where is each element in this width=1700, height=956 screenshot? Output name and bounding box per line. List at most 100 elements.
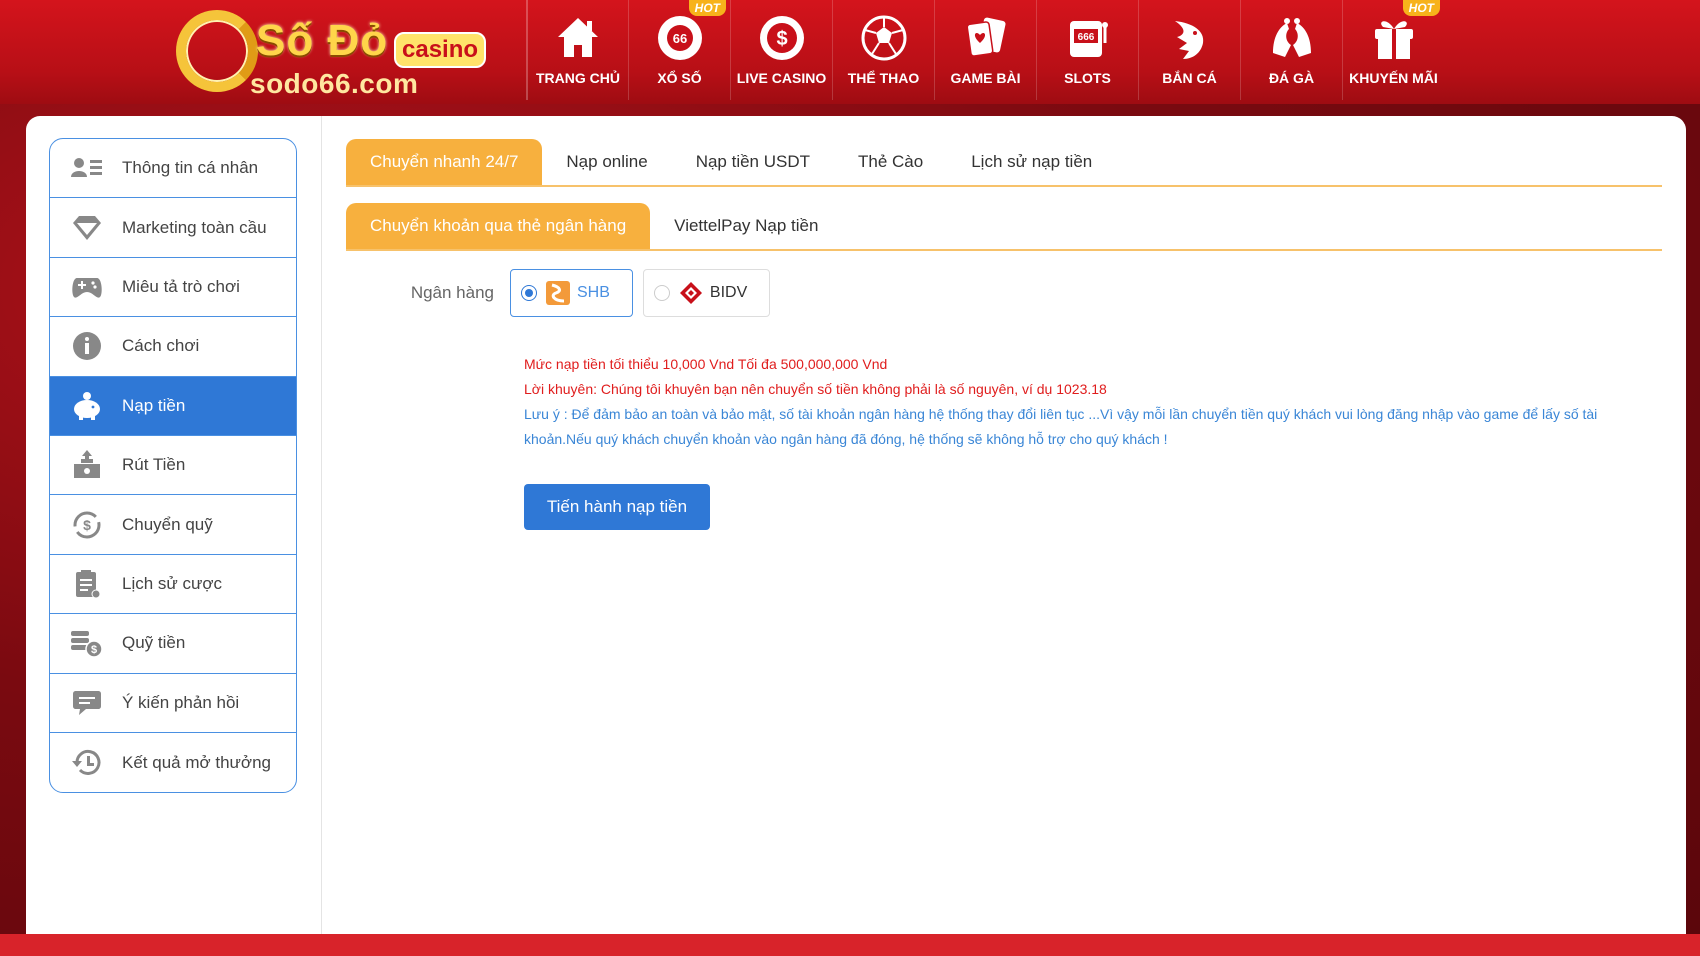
nav-item-card-games[interactable]: GAME BÀI: [934, 0, 1036, 100]
history-clock-icon: [70, 746, 104, 780]
bank-option-name: BIDV: [709, 284, 748, 301]
slot-machine-icon: 666: [1062, 12, 1114, 64]
sidebar-item-label: Lịch sử cược: [122, 573, 223, 593]
sidebar-item-label: Rút Tiền: [122, 455, 186, 475]
bank-selector: Ngân hàng SHB BIDV: [346, 268, 780, 318]
sidebar-item-wallet[interactable]: $ Quỹ tiền: [50, 614, 296, 674]
deposit-warning-note: Lưu ý : Để đảm bảo an toàn và bảo mật, s…: [524, 406, 1598, 447]
sidebar-item-how-to-play[interactable]: Cách chơi: [50, 317, 296, 377]
nav-label: THỂ THAO: [847, 70, 920, 86]
hot-badge: HOT: [1402, 0, 1440, 16]
tab-quick-transfer[interactable]: Chuyển nhanh 24/7: [346, 139, 543, 185]
nav-item-fishing[interactable]: BẮN CÁ: [1138, 0, 1240, 100]
proceed-deposit-button[interactable]: Tiến hành nạp tiền: [524, 484, 710, 530]
coin-stack-icon: $: [70, 626, 104, 660]
footer-bar: [0, 934, 1700, 956]
tab-viettelpay[interactable]: ViettelPay Nạp tiền: [650, 203, 842, 249]
account-panel: Thông tin cá nhân Marketing toàn cầu Miê…: [26, 116, 1686, 934]
nav-label: TRANG CHỦ: [536, 70, 620, 86]
logo-title: Số Đỏ: [256, 16, 389, 65]
sidebar-item-label: Cách chơi: [122, 336, 200, 356]
sidebar-item-label: Thông tin cá nhân: [122, 158, 259, 178]
diamond-icon: [70, 211, 104, 245]
sidebar-item-label: Nạp tiền: [122, 395, 186, 415]
nav-label: LIVE CASINO: [736, 70, 827, 86]
nav-label: ĐÁ GÀ: [1268, 70, 1315, 86]
deposit-notes: Mức nạp tiền tối thiểu 10,000 Vnd Tối đa…: [524, 352, 1654, 452]
nav-label: SLOTS: [1064, 70, 1111, 86]
nav-item-live-casino[interactable]: $ LIVE CASINO: [730, 0, 832, 100]
logo-ring-emblem: [176, 10, 258, 92]
nav-item-lottery[interactable]: HOT 66 XỔ SỐ: [628, 0, 730, 100]
radio-selected[interactable]: [521, 285, 537, 301]
deposit-method-tabs: Chuyển nhanh 24/7 Nạp online Nạp tiền US…: [346, 139, 1662, 187]
sidebar-item-withdraw[interactable]: Rút Tiền: [50, 436, 296, 496]
sidebar-item-label: Marketing toàn cầu: [122, 217, 267, 237]
rooster-icon: [1266, 12, 1318, 64]
radio-unselected[interactable]: [653, 285, 670, 301]
sidebar-item-profile[interactable]: Thông tin cá nhân: [50, 139, 296, 199]
svg-text:$: $: [776, 28, 787, 50]
sidebar-item-game-description[interactable]: Miêu tả trò chơi: [50, 258, 296, 318]
logo-casino-badge: casino: [394, 32, 487, 68]
sidebar-item-bet-history[interactable]: Lịch sử cược: [50, 555, 296, 615]
sidebar-item-deposit[interactable]: Nạp tiền: [50, 376, 296, 436]
main-nav: TRANG CHỦ HOT 66 XỔ SỐ $ LIVE CASINO THỂ…: [526, 0, 1444, 100]
sidebar-divider: [321, 116, 322, 934]
sidebar-item-fund-transfer[interactable]: $ Chuyển quỹ: [50, 495, 296, 555]
bank-label: Ngân hàng: [410, 283, 494, 302]
tab-online-deposit[interactable]: Nạp online: [542, 139, 671, 185]
profile-card-icon: [70, 151, 104, 185]
chat-bubble-icon: [70, 686, 104, 720]
top-header: Số Đỏ casino sodo66.com TRANG CHỦ HOT 66…: [0, 0, 1700, 104]
sidebar-item-label: Ý kiến phản hồi: [122, 692, 240, 712]
nav-label: BẮN CÁ: [1162, 70, 1217, 86]
nav-item-sports[interactable]: THỂ THAO: [832, 0, 934, 100]
hot-badge: HOT: [688, 0, 726, 16]
lottery-ball-text: 66: [672, 31, 686, 46]
transfer-type-tabs: Chuyển khoản qua thẻ ngân hàng ViettelPa…: [346, 203, 1662, 251]
sidebar-item-results[interactable]: Kết quả mở thưởng: [50, 733, 296, 792]
logo-domain: sodo66.com: [250, 68, 419, 99]
deposit-advice-note: Lời khuyên: Chúng tôi khuyên bạn nên chu…: [524, 381, 1107, 397]
nav-item-promotions[interactable]: HOT KHUYẾN MÃI: [1342, 0, 1444, 100]
nav-label: XỔ SỐ: [657, 70, 702, 86]
bank-option-bidv[interactable]: BIDV: [642, 269, 771, 317]
tab-scratch-card[interactable]: Thẻ Cào: [834, 139, 947, 185]
bank-option-name: SHB: [577, 284, 610, 301]
bidv-logo-icon: [678, 281, 704, 305]
transfer-coin-icon: $: [70, 508, 104, 542]
sidebar-item-label: Kết quả mở thưởng: [122, 752, 271, 772]
shb-logo-icon: [545, 281, 571, 305]
gift-icon: [1368, 12, 1420, 64]
info-icon: [70, 329, 104, 363]
sidebar-item-label: Miêu tả trò chơi: [122, 276, 240, 296]
dollar-coin-icon: $: [756, 12, 808, 64]
playing-cards-icon: [960, 12, 1012, 64]
sidebar-item-feedback[interactable]: Ý kiến phản hồi: [50, 674, 296, 733]
svg-text:$: $: [91, 644, 97, 656]
sidebar-item-label: Quỹ tiền: [122, 633, 186, 653]
nav-item-cockfight[interactable]: ĐÁ GÀ: [1240, 0, 1342, 100]
account-sidebar: Thông tin cá nhân Marketing toàn cầu Miê…: [49, 138, 297, 794]
tab-bank-card-transfer[interactable]: Chuyển khoản qua thẻ ngân hàng: [346, 203, 651, 249]
clipboard-icon: [70, 567, 104, 601]
deposit-limit-note: Mức nạp tiền tối thiểu 10,000 Vnd Tối đa…: [524, 356, 888, 372]
tab-deposit-history[interactable]: Lịch sử nạp tiền: [947, 139, 1116, 185]
site-logo[interactable]: Số Đỏ casino sodo66.com: [172, 4, 492, 100]
shark-icon: [1164, 12, 1216, 64]
sidebar-item-label: Chuyển quỹ: [122, 514, 213, 534]
bank-option-shb[interactable]: SHB: [510, 269, 633, 317]
piggy-bank-icon: [70, 389, 104, 423]
tab-usdt-deposit[interactable]: Nạp tiền USDT: [672, 139, 834, 185]
home-icon: [552, 12, 604, 64]
nav-item-slots[interactable]: 666 SLOTS: [1036, 0, 1138, 100]
slot-reel-text: 666: [1077, 32, 1094, 43]
sidebar-item-marketing[interactable]: Marketing toàn cầu: [50, 198, 296, 258]
nav-label: KHUYẾN MÃI: [1349, 70, 1438, 86]
svg-text:$: $: [83, 517, 91, 533]
nav-item-home[interactable]: TRANG CHỦ: [526, 0, 628, 100]
withdraw-icon: [70, 448, 104, 482]
soccer-ball-icon: [858, 12, 910, 64]
nav-label: GAME BÀI: [950, 70, 1021, 86]
